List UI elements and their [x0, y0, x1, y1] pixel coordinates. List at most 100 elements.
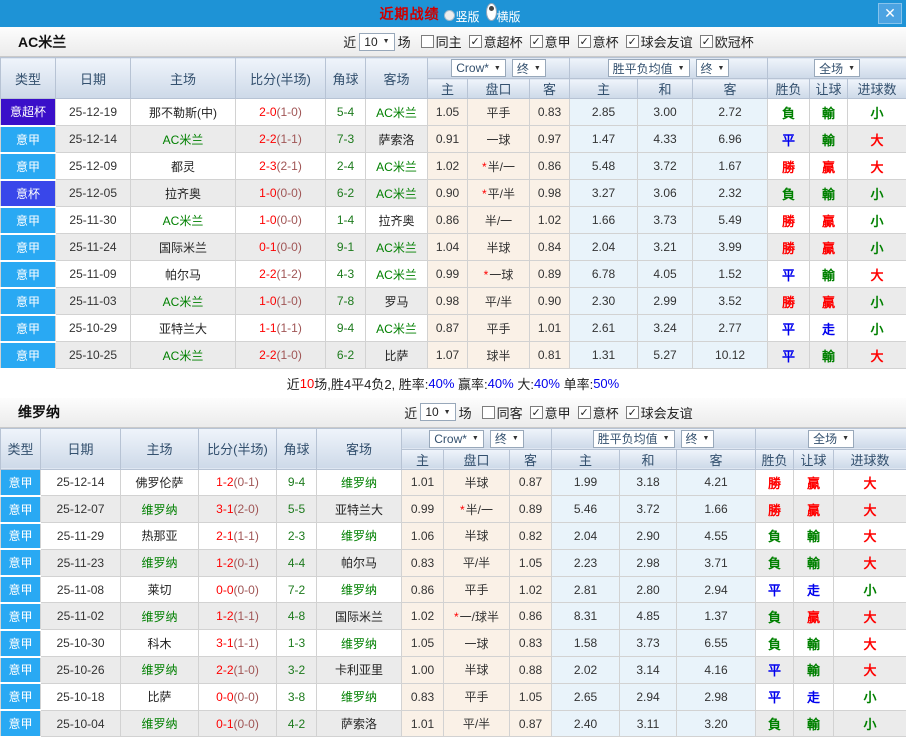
competition-checkbox-label[interactable]: 意杯 [593, 32, 619, 51]
fulltime-score: 0-1 [216, 717, 233, 731]
handicap-text: 半/一 [485, 214, 512, 228]
competition-checkbox[interactable]: ✓ [530, 35, 543, 48]
competition-checkbox-label[interactable]: 球会友谊 [641, 32, 693, 51]
avg-select[interactable]: 胜平负均值▼ [593, 430, 675, 448]
handicap-cell: 平手 [468, 99, 530, 126]
away-team-cell: AC米兰 [366, 261, 428, 288]
result-cell: 勝 [756, 469, 794, 496]
away-team-cell: 维罗纳 [317, 630, 402, 657]
avg-draw-cell: 3.24 [638, 315, 693, 342]
same-venue-label[interactable]: 同客 [497, 403, 523, 422]
result-cell: 負 [756, 710, 794, 737]
avg-final-select-value: 终 [686, 430, 698, 447]
handicap-result-cell: 輸 [810, 342, 848, 369]
handicap-result-cell: 輸 [810, 180, 848, 207]
close-button[interactable]: ✕ [878, 3, 902, 24]
handicap-cell: 平/半 [444, 710, 510, 737]
recent-count-select[interactable]: 10▼ [420, 403, 455, 421]
column-header: 客场 [317, 428, 402, 469]
date-cell: 25-11-08 [41, 576, 121, 603]
home-odds-cell: 1.01 [402, 469, 444, 496]
sub-column-header: 主 [402, 449, 444, 469]
handicap-odds-group: Crow*▼ 终▼ [428, 59, 569, 77]
competition-checkbox[interactable]: ✓ [626, 406, 639, 419]
competition-checkbox-label[interactable]: 意杯 [593, 403, 619, 422]
competition-checkbox-label[interactable]: 欧冠杯 [715, 32, 754, 51]
filter-controls: 近10▼场同客✓意甲✓意杯✓球会友谊 [188, 403, 906, 422]
handicap-cell: *一/球半 [444, 603, 510, 630]
layout-radio-label-vertical[interactable]: 竖版 [455, 10, 479, 24]
score-cell: 3-1(1-1) [199, 630, 277, 657]
match-row: 意甲25-11-23维罗纳1-2(0-1)4-4帕尔马0.83平/半1.052.… [1, 549, 906, 576]
competition-checkbox-label[interactable]: 意超杯 [484, 32, 523, 51]
goals-cell: 小 [848, 315, 906, 342]
goals-cell: 大 [834, 657, 906, 684]
odds-final-select-value: 终 [495, 430, 507, 447]
home-team-cell: AC米兰 [131, 288, 236, 315]
section-filterbar: 维罗纳近10▼场同客✓意甲✓意杯✓球会友谊 [0, 398, 906, 428]
competition-checkbox[interactable]: ✓ [530, 406, 543, 419]
home-team-cell: 维罗纳 [121, 549, 199, 576]
date-cell: 25-11-02 [41, 603, 121, 630]
avg-home-cell: 2.65 [552, 683, 620, 710]
same-venue-checkbox[interactable] [482, 406, 495, 419]
handicap-text: 一球 [489, 268, 513, 282]
competition-checkbox[interactable]: ✓ [578, 35, 591, 48]
home-team-cell: 国际米兰 [131, 234, 236, 261]
fulltime-score: 3-1 [216, 636, 233, 650]
dropdown-arrow-icon: ▼ [512, 435, 519, 442]
team-name: AC米兰 [18, 32, 188, 52]
recent-count-select[interactable]: 10▼ [359, 33, 394, 51]
handicap-odds-group-header: Crow*▼终▼ [402, 428, 552, 449]
sub-column-header: 让球 [794, 449, 834, 469]
layout-radio-horizontal[interactable] [486, 3, 497, 21]
layout-radio-vertical[interactable] [444, 10, 455, 21]
date-cell: 25-10-25 [56, 342, 131, 369]
fulltime-score: 2-1 [216, 529, 233, 543]
match-row: 意甲25-11-09帕尔马2-2(1-2)4-3AC米兰0.99*一球0.896… [1, 261, 906, 288]
competition-checkbox-label[interactable]: 意甲 [545, 32, 571, 51]
avg-home-cell: 2.23 [552, 549, 620, 576]
odds-final-select[interactable]: 终▼ [512, 59, 546, 77]
corner-cell: 2-4 [326, 153, 366, 180]
odds-final-select[interactable]: 终▼ [490, 430, 524, 448]
score-cell: 1-0(0-0) [236, 180, 326, 207]
competition-cell: 意甲 [1, 603, 41, 630]
changed-handicap-star-icon: * [482, 187, 487, 201]
competition-checkbox[interactable]: ✓ [578, 406, 591, 419]
same-venue-checkbox[interactable] [421, 35, 434, 48]
handicap-text: 平/半 [485, 295, 512, 309]
handicap-cell: *一球 [468, 261, 530, 288]
handicap-result-cell: 輸 [794, 549, 834, 576]
odds-source-select[interactable]: Crow*▼ [429, 430, 484, 448]
avg-final-select[interactable]: 终▼ [681, 430, 715, 448]
competition-checkbox[interactable]: ✓ [469, 35, 482, 48]
date-cell: 25-12-19 [56, 99, 131, 126]
avg-away-cell: 2.98 [677, 683, 756, 710]
avg-draw-cell: 3.73 [638, 207, 693, 234]
avg-draw-cell: 4.05 [638, 261, 693, 288]
odds-source-select[interactable]: Crow*▼ [451, 59, 506, 77]
avg-select[interactable]: 胜平负均值▼ [608, 59, 690, 77]
handicap-result-cell: 贏 [794, 496, 834, 523]
home-team-cell: 亚特兰大 [131, 315, 236, 342]
handicap-text: 球半 [486, 349, 510, 363]
home-odds-cell: 1.02 [428, 153, 468, 180]
avg-home-cell: 2.61 [570, 315, 638, 342]
competition-cell: 意甲 [1, 207, 56, 234]
handicap-text: 平手 [464, 690, 488, 704]
avg-home-cell: 2.40 [552, 710, 620, 737]
avg-home-cell: 1.31 [570, 342, 638, 369]
layout-radio-label-horizontal[interactable]: 横版 [497, 10, 521, 24]
goals-cell: 大 [834, 469, 906, 496]
competition-checkbox[interactable]: ✓ [700, 35, 713, 48]
competition-checkbox[interactable]: ✓ [626, 35, 639, 48]
handicap-result-cell: 走 [794, 683, 834, 710]
halftime-score: (1-2) [277, 267, 302, 281]
fulltime-select[interactable]: 全场▼ [814, 59, 860, 77]
fulltime-select[interactable]: 全场▼ [808, 430, 854, 448]
same-venue-label[interactable]: 同主 [436, 32, 462, 51]
avg-final-select[interactable]: 终▼ [696, 59, 730, 77]
competition-checkbox-label[interactable]: 意甲 [545, 403, 571, 422]
competition-checkbox-label[interactable]: 球会友谊 [641, 403, 693, 422]
